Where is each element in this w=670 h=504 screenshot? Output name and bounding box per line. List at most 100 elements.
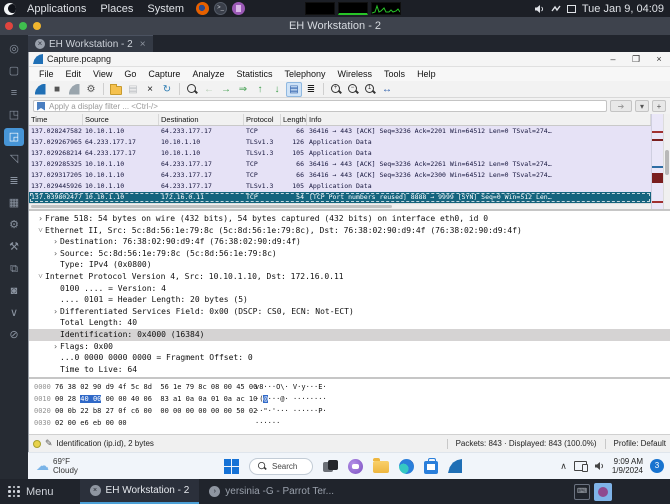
menu-file[interactable]: File — [33, 69, 60, 79]
resize-columns-icon[interactable]: ↔ — [379, 82, 395, 97]
menu-view[interactable]: View — [87, 69, 118, 79]
menu-tools[interactable]: Tools — [378, 69, 411, 79]
edge-browser-icon[interactable] — [399, 459, 414, 474]
bookmark-icon[interactable] — [37, 102, 45, 111]
dynamic-resolution-icon[interactable]: ◳ — [4, 106, 24, 124]
packet-row[interactable]: 137.02928532510.10.1.1064.233.177.17TCP6… — [29, 159, 651, 170]
zoom-in-icon[interactable] — [328, 82, 344, 97]
clipboard-tray-icon[interactable]: ⌨ — [574, 484, 590, 500]
filter-dropdown-button[interactable]: ▾ — [635, 100, 649, 112]
reload-file-icon[interactable]: ↻ — [159, 82, 175, 97]
expander-icon[interactable]: › — [51, 341, 60, 353]
hex-row[interactable]: 000076 38 02 90 d9 4f 5c 8d 56 1e 79 8c … — [29, 381, 670, 393]
go-back-icon[interactable]: ← — [201, 82, 217, 97]
minimize-icon[interactable]: ∨ — [4, 304, 24, 322]
go-top-icon[interactable]: ↑ — [252, 82, 268, 97]
scaled-mode-icon[interactable]: ◲ — [4, 128, 24, 146]
capture-options-icon[interactable]: ⚙ — [83, 82, 99, 97]
minimize-dot-icon[interactable] — [33, 22, 41, 30]
hex-row[interactable]: 002000 0b 22 b8 27 0f c6 00 00 00 00 00 … — [29, 405, 670, 417]
window-list-icon[interactable] — [567, 5, 576, 13]
expander-icon[interactable]: ˅ — [36, 225, 45, 237]
taskbar-clock[interactable]: 9:09 AM 1/9/2024 — [612, 457, 643, 475]
edit-capture-comment-icon[interactable]: ✎ — [45, 438, 53, 449]
wireshark-taskbar-icon[interactable] — [448, 459, 462, 473]
taskbar-volume-icon[interactable] — [594, 461, 605, 471]
detail-row[interactable]: ›Frame 518: 54 bytes on wire (432 bits),… — [29, 213, 670, 225]
detail-row[interactable]: 0100 .... = Version: 4 — [29, 283, 670, 295]
fullscreen-icon[interactable]: ▢ — [4, 62, 24, 80]
wireshark-titlebar[interactable]: Capture.pcapng – ❐ × — [29, 52, 670, 67]
detail-row[interactable]: ›Source: 5c:8d:56:1e:79:8c (5c:8d:56:1e:… — [29, 248, 670, 260]
disconnect-icon[interactable]: ⊘ — [4, 326, 24, 344]
close-file-icon[interactable]: × — [142, 82, 158, 97]
maximize-dot-icon[interactable] — [19, 22, 27, 30]
menu-help[interactable]: Help — [411, 69, 442, 79]
close-button[interactable]: × — [648, 54, 670, 65]
menu-analyze[interactable]: Analyze — [186, 69, 230, 79]
menu-system[interactable]: System — [140, 3, 191, 15]
duplicate-connection-icon[interactable]: ⧉ — [4, 260, 24, 278]
packet-row[interactable]: 137.02944592610.10.1.1064.233.177.17TLSv… — [29, 181, 651, 192]
expand-window-icon[interactable]: ◹ — [4, 150, 24, 168]
save-file-icon[interactable]: ▤ — [125, 82, 141, 97]
remmina-tray-icon[interactable] — [594, 483, 612, 501]
colorize-icon[interactable]: ≣ — [303, 82, 319, 97]
column-header-info[interactable]: Info — [307, 114, 651, 125]
packet-list-hscrollbar[interactable] — [29, 203, 651, 209]
go-to-packet-icon[interactable]: ⇒ — [235, 82, 251, 97]
menu-statistics[interactable]: Statistics — [230, 69, 278, 79]
notification-badge[interactable]: 3 — [650, 459, 664, 473]
detail-row[interactable]: ›Flags: 0x00 — [29, 341, 670, 353]
cast-display-icon[interactable] — [574, 461, 587, 471]
menu-grid-icon[interactable] — [8, 486, 20, 498]
notes-app-icon[interactable] — [232, 2, 245, 15]
restart-capture-icon[interactable] — [66, 82, 82, 97]
open-file-icon[interactable] — [108, 82, 124, 97]
column-header-destination[interactable]: Destination — [159, 114, 244, 125]
tab-eh-workstation[interactable]: × EH Workstation - 2 × — [28, 35, 153, 52]
firefox-icon[interactable] — [196, 2, 209, 15]
close-dot-icon[interactable] — [5, 22, 13, 30]
packet-list-scrollbar[interactable] — [663, 114, 670, 209]
packet-row[interactable]: 137.03980247710.10.1.10172.16.0.11TCP54[… — [29, 192, 651, 203]
packet-row[interactable]: 137.02926821464.233.177.1710.10.1.10TLSv… — [29, 148, 651, 159]
multi-monitor-icon[interactable]: ≣ — [4, 172, 24, 190]
maximize-button[interactable]: ❐ — [625, 54, 647, 65]
add-filter-button[interactable]: + — [652, 100, 666, 112]
packet-row[interactable]: 137.02926796564.233.177.1710.10.1.10TLSv… — [29, 137, 651, 148]
network-icon[interactable] — [551, 4, 561, 14]
apply-filter-button[interactable]: ➔ — [610, 100, 632, 112]
taskbar-window-button[interactable]: ›yersinia -G - Parrot Ter... — [199, 479, 344, 504]
start-button[interactable] — [224, 459, 239, 474]
go-bottom-icon[interactable]: ↓ — [269, 82, 285, 97]
grab-keyboard-icon[interactable]: ▦ — [4, 194, 24, 212]
zoom-reset-icon[interactable] — [362, 82, 378, 97]
terminal-icon[interactable]: >_ — [214, 2, 227, 15]
screenshot-icon[interactable]: ◙ — [4, 282, 24, 300]
go-forward-icon[interactable]: → — [218, 82, 234, 97]
column-header-protocol[interactable]: Protocol — [244, 114, 281, 125]
menu-go[interactable]: Go — [118, 69, 142, 79]
tray-chevron-icon[interactable]: ∧ — [560, 461, 567, 472]
tab-close-icon[interactable]: × — [140, 39, 146, 50]
find-packet-icon[interactable] — [184, 82, 200, 97]
auto-scroll-icon[interactable]: ▤ — [286, 82, 302, 97]
expander-icon[interactable]: › — [36, 213, 45, 225]
column-header-length[interactable]: Length — [281, 114, 307, 125]
expander-icon[interactable]: › — [51, 248, 60, 260]
start-capture-icon[interactable] — [32, 82, 48, 97]
expander-icon[interactable]: ˅ — [36, 271, 45, 283]
menu-telephony[interactable]: Telephony — [278, 69, 331, 79]
detail-row[interactable]: ›Destination: 76:38:02:90:d9:4f (76:38:0… — [29, 236, 670, 248]
packet-row[interactable]: 137.02931720510.10.1.1064.233.177.17TCP6… — [29, 170, 651, 181]
hex-row[interactable]: 003002 00 e6 eb 00 00······ — [29, 417, 670, 429]
menu-capture[interactable]: Capture — [142, 69, 186, 79]
move-toolbar-icon[interactable]: ◎ — [4, 40, 24, 58]
task-view-icon[interactable] — [323, 460, 338, 473]
detail-row[interactable]: ˅Internet Protocol Version 4, Src: 10.10… — [29, 271, 670, 283]
tools-icon[interactable]: ⚒ — [4, 238, 24, 256]
detail-row[interactable]: Time to Live: 64 — [29, 364, 670, 376]
column-header-source[interactable]: Source — [83, 114, 159, 125]
minimize-button[interactable]: – — [602, 54, 624, 65]
